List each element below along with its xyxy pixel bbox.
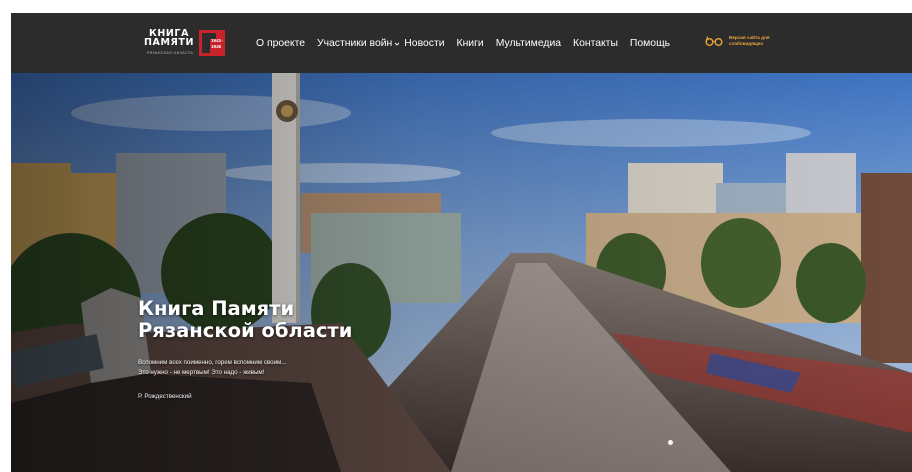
nav-war-participants-label: Участники войн: [317, 38, 393, 49]
hero-title: Книга Памяти Рязанской области: [138, 298, 398, 342]
glasses-icon: [705, 36, 723, 46]
hero-quote: Вспомним всех поименно, горем вспомним с…: [138, 358, 358, 378]
nav-contacts[interactable]: Контакты: [573, 38, 618, 49]
accessibility-version-label: Версия сайта для слабовидящих: [729, 35, 770, 46]
slider-dot[interactable]: [668, 440, 673, 445]
nav-books-label: Книги: [456, 38, 484, 49]
nav-help[interactable]: Помощь: [630, 38, 670, 49]
nav-about[interactable]: О проекте: [256, 38, 305, 49]
nav-multimedia-label: Мультимедиа: [495, 38, 562, 49]
nav-contacts-label: Контакты: [573, 38, 618, 49]
logo-title: КНИГА ПАМЯТИ: [139, 29, 199, 48]
hero-quote-line1: Вспомним всех поименно, горем вспомним с…: [138, 359, 287, 366]
logo-year-end: 1945: [211, 44, 222, 49]
nav-help-label: Помощь: [629, 38, 671, 49]
logo-region: РЯЗАНСКАЯ ОБЛАСТЬ: [146, 51, 194, 55]
logo-years: 1941- 1945: [211, 38, 223, 50]
nav-news[interactable]: Новости: [404, 38, 444, 49]
nav-war-participants[interactable]: Участники войн: [317, 38, 400, 49]
site-header: КНИГА ПАМЯТИ РЯЗАНСКАЯ ОБЛАСТЬ 1941- 194…: [11, 13, 912, 73]
site-logo[interactable]: КНИГА ПАМЯТИ РЯЗАНСКАЯ ОБЛАСТЬ 1941- 194…: [139, 29, 229, 63]
nav-books[interactable]: Книги: [457, 38, 484, 49]
hero-background-image: [11, 73, 912, 472]
chevron-down-icon: [394, 42, 400, 46]
hero-slider: Книга Памяти Рязанской области Вспомним …: [11, 73, 912, 472]
page: КНИГА ПАМЯТИ РЯЗАНСКАЯ ОБЛАСТЬ 1941- 194…: [0, 0, 912, 472]
slider-pagination: [668, 440, 673, 445]
nav-news-label: Новости: [404, 38, 445, 49]
accessibility-version-link[interactable]: Версия сайта для слабовидящих: [705, 34, 789, 48]
hero-title-line1: Книга Памяти: [138, 297, 295, 320]
nav-about-label: О проекте: [256, 38, 306, 49]
nav-multimedia[interactable]: Мультимедиа: [496, 38, 561, 49]
hero-title-line2: Рязанской области: [138, 319, 353, 342]
hero-quote-author: Р. Рождественский: [138, 393, 192, 400]
hero-quote-line2: Это нужно - не мертвым! Это надо - живым…: [138, 369, 265, 376]
logo-line2: ПАМЯТИ: [143, 37, 195, 48]
main-nav: О проекте Участники войн Новости Книги М…: [256, 38, 670, 49]
